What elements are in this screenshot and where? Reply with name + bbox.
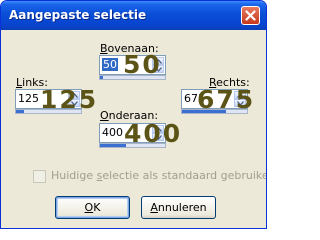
close-icon [245, 10, 256, 21]
dialog-window: Aangepaste selectie Bovenaan: 50 50 Link… [0, 0, 267, 229]
onderaan-slider-fill [100, 144, 126, 147]
cancel-button[interactable]: Annuleren [141, 196, 216, 219]
bovenaan-overlay: 50 [123, 50, 162, 79]
dialog-body: Bovenaan: 50 50 Links: 125 125 Rechts: 6… [4, 30, 266, 226]
onderaan-overlay: 400 [124, 119, 183, 148]
links-overlay: 125 [40, 85, 99, 114]
links-slider-fill [16, 110, 24, 113]
ok-button[interactable]: OK [55, 196, 130, 219]
bovenaan-value: 50 [102, 58, 118, 71]
window-title: Aangepaste selectie [9, 8, 147, 22]
rechts-overlay: 675 [197, 85, 256, 114]
close-button[interactable] [241, 6, 260, 25]
onderaan-value: 400 [102, 126, 123, 139]
links-value: 125 [18, 92, 39, 105]
title-bar[interactable]: Aangepaste selectie [1, 1, 266, 30]
bovenaan-slider-fill [100, 76, 103, 79]
default-selection-checkbox[interactable] [33, 170, 46, 183]
default-selection-label: Huidige selectie als standaard gebruiken [51, 169, 267, 182]
